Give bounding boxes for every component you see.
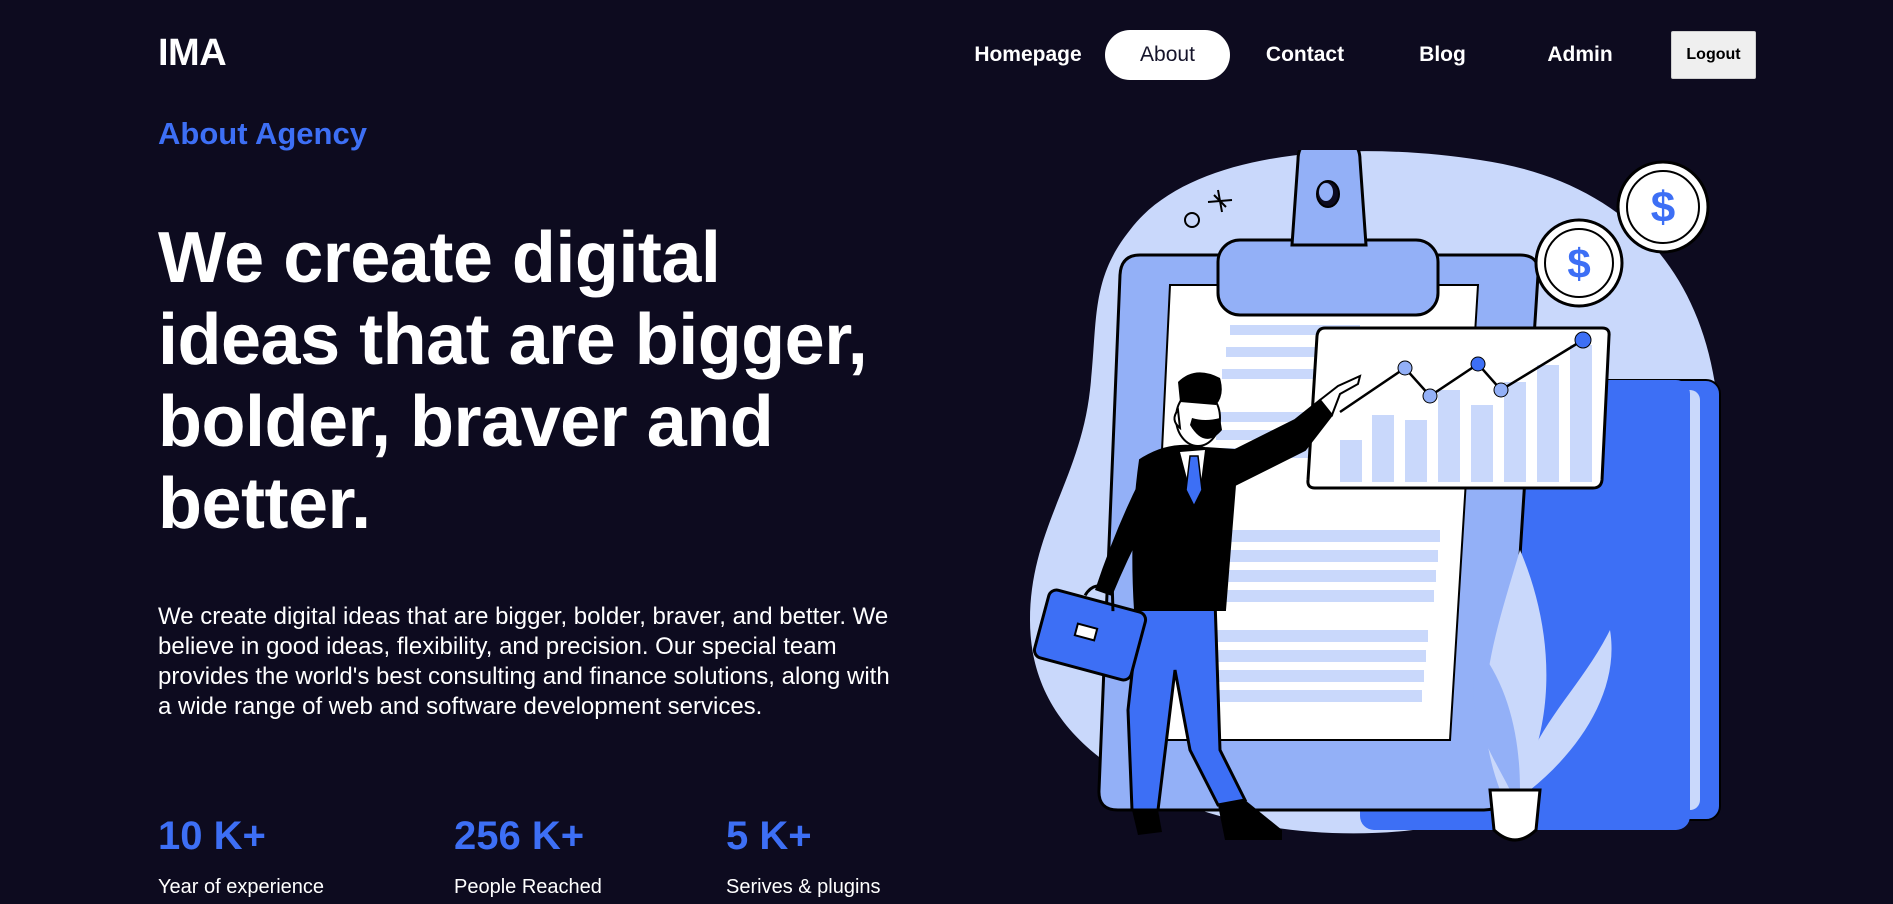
main-nav: Homepage About Contact Blog Admin Logout bbox=[960, 30, 1756, 80]
logout-button[interactable]: Logout bbox=[1671, 31, 1756, 79]
nav-about[interactable]: About bbox=[1105, 30, 1230, 80]
stat-experience: 10 K+ Year of experience bbox=[158, 814, 324, 899]
nav-homepage[interactable]: Homepage bbox=[960, 30, 1096, 80]
dollar-coin-icon: $ bbox=[1534, 218, 1624, 308]
dollar-coin-icon: $ bbox=[1616, 160, 1710, 254]
nav-blog[interactable]: Blog bbox=[1380, 30, 1505, 80]
businessman-presenting-chart-illustration: $ $ bbox=[1030, 150, 1721, 842]
stat-value: 256 K+ bbox=[454, 814, 585, 858]
stat-value: 5 K+ bbox=[726, 814, 812, 858]
svg-text:$: $ bbox=[1567, 240, 1590, 287]
about-page: IMA Homepage About Contact Blog Admin Lo… bbox=[0, 0, 1893, 904]
stat-services: 5 K+ Serives & plugins bbox=[726, 814, 881, 899]
clipboard-clip-base bbox=[1216, 238, 1440, 317]
stat-value: 10 K+ bbox=[158, 814, 266, 858]
stat-label: People Reached bbox=[454, 876, 602, 898]
stat-label: Serives & plugins bbox=[726, 876, 881, 898]
nav-admin[interactable]: Admin bbox=[1505, 30, 1655, 80]
page-headline: We create digital ideas that are bigger,… bbox=[158, 218, 868, 544]
stats-row: 10 K+ Year of experience 256 K+ People R… bbox=[158, 814, 918, 904]
nav-contact[interactable]: Contact bbox=[1230, 30, 1380, 80]
hero-description: We create digital ideas that are bigger,… bbox=[158, 603, 890, 720]
site-logo[interactable]: IMA bbox=[158, 32, 227, 75]
svg-text:$: $ bbox=[1651, 183, 1675, 232]
stat-people-reached: 256 K+ People Reached bbox=[454, 814, 602, 899]
section-eyebrow: About Agency bbox=[158, 116, 367, 151]
stat-label: Year of experience bbox=[158, 876, 325, 898]
